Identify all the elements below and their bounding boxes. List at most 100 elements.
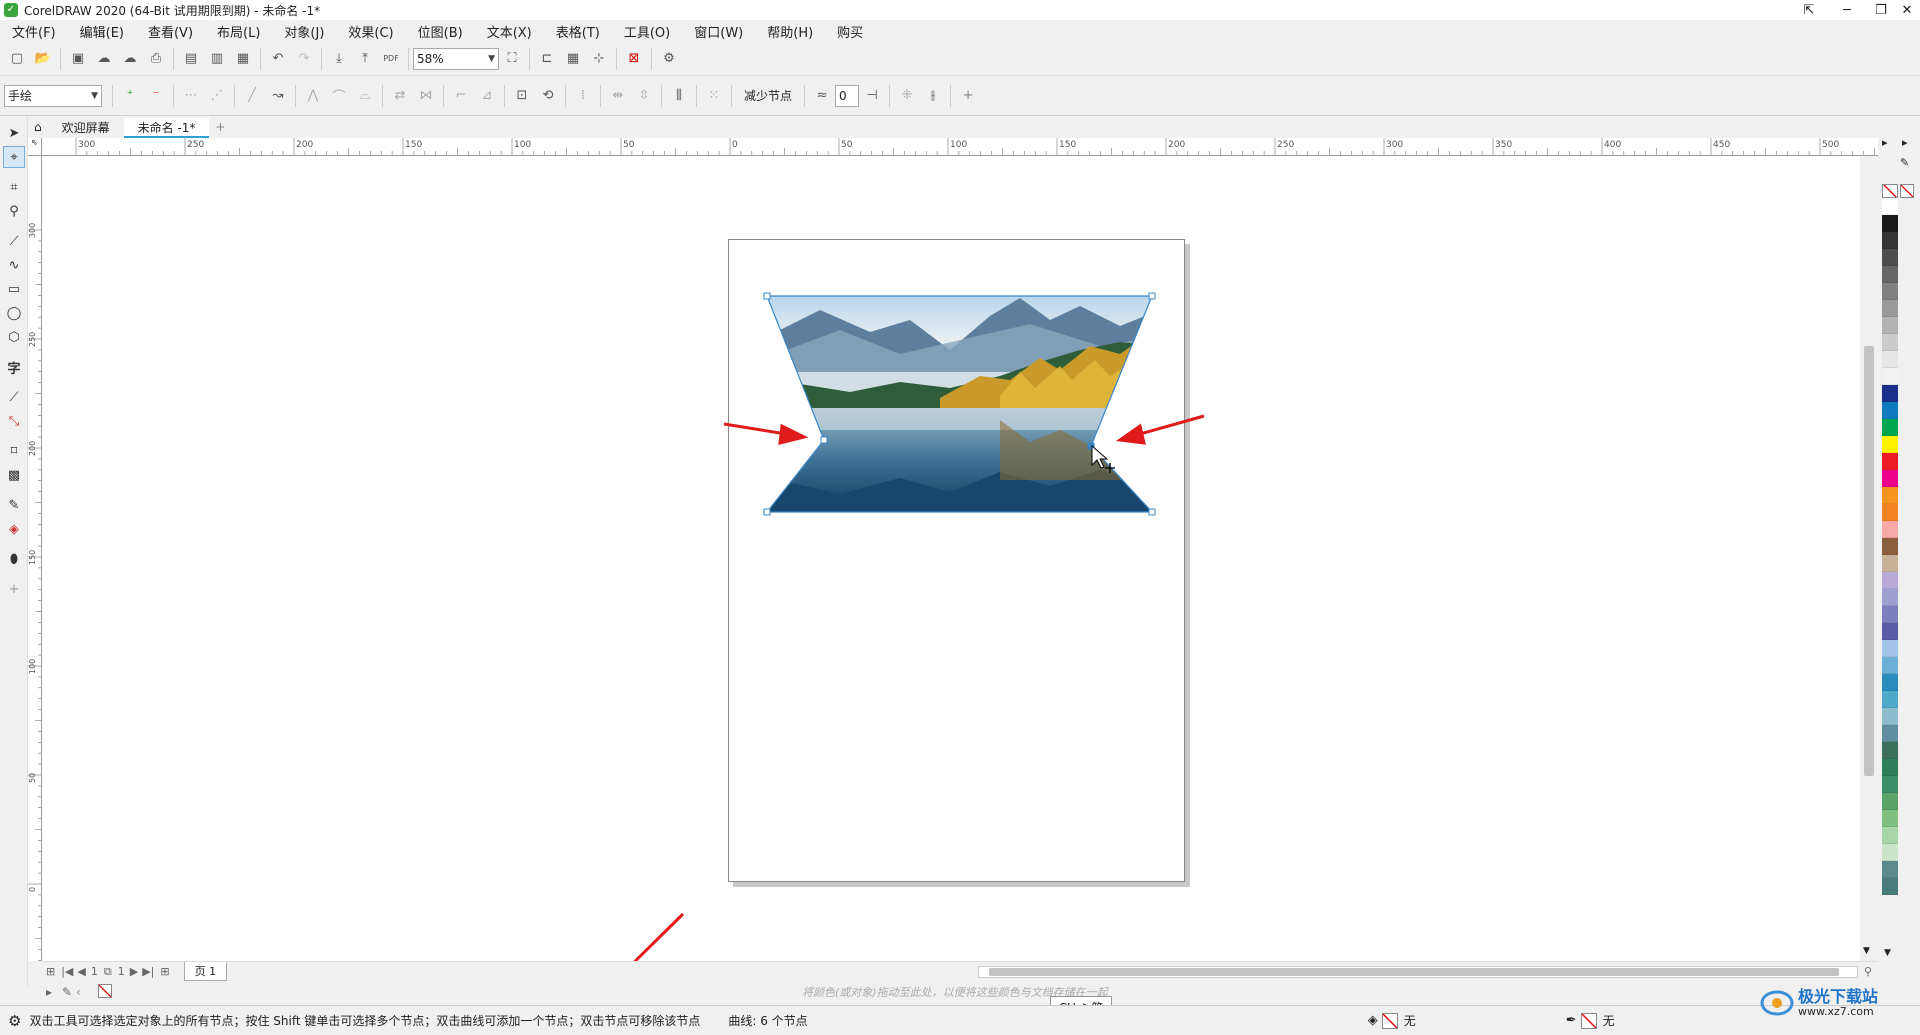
polygon-tool-icon[interactable]: ⬡ [3, 326, 25, 348]
pick-tool-icon[interactable]: ➤ [3, 122, 25, 144]
zoom-level-combo[interactable]: 58% ▼ [413, 47, 499, 70]
crop-tool-icon[interactable]: ⌗ [3, 176, 25, 198]
prev-page-icon[interactable]: ◀ [75, 965, 87, 978]
redo-icon[interactable]: ↷ [291, 46, 317, 72]
menu-edit[interactable]: 编辑(E) [68, 22, 136, 41]
new-document-icon[interactable]: ▢ [4, 46, 30, 72]
palette-swatch[interactable] [1882, 351, 1898, 368]
palette-swatch[interactable] [1882, 334, 1898, 351]
snap-to-icon[interactable]: ⊠ [621, 46, 647, 72]
palette-swatch[interactable] [1882, 249, 1898, 266]
no-color-swatch[interactable] [1900, 184, 1914, 198]
palette-swatch[interactable] [1882, 385, 1898, 402]
show-guidelines-icon[interactable]: ⊹ [586, 46, 612, 72]
to-line-icon[interactable]: ╱ [239, 83, 265, 109]
palette-swatch[interactable] [1882, 878, 1898, 895]
curve-smoothness-input[interactable]: 0 [835, 84, 860, 107]
show-rulers-icon[interactable]: ⊏ [534, 46, 560, 72]
vertical-scrollbar[interactable]: ▼ [1860, 156, 1878, 961]
palette-swatch[interactable] [1882, 368, 1898, 385]
palette-swatch[interactable] [1882, 640, 1898, 657]
palette-swatch[interactable] [1882, 555, 1898, 572]
palette-swatch[interactable] [1882, 674, 1898, 691]
zoom-navigator-icon[interactable]: ⚲ [1858, 965, 1878, 978]
menu-text[interactable]: 文本(X) [475, 22, 544, 41]
palette-swatch[interactable] [1882, 538, 1898, 555]
extend-curve-icon[interactable]: ⋈ [413, 83, 439, 109]
palette-swatch[interactable] [1882, 691, 1898, 708]
palette-swatch[interactable] [1882, 810, 1898, 827]
landscape-image-object[interactable] [700, 280, 1220, 540]
palette-swatch[interactable] [1882, 606, 1898, 623]
palette-swatch[interactable] [1882, 759, 1898, 776]
publish-pdf-icon[interactable]: PDF [378, 46, 404, 72]
menu-effects[interactable]: 效果(C) [336, 22, 405, 41]
palette-swatch[interactable] [1882, 300, 1898, 317]
help-window-icon[interactable]: ⇱ [1792, 0, 1826, 20]
node-handle[interactable] [1148, 508, 1156, 516]
menu-table[interactable]: 表格(T) [544, 22, 612, 41]
reflect-v-icon[interactable]: ⇳ [631, 83, 657, 109]
smooth-node-icon[interactable]: ⌒ [326, 83, 352, 109]
ellipse-tool-icon[interactable]: ◯ [3, 302, 25, 324]
palette-swatch[interactable] [1882, 623, 1898, 640]
menu-object[interactable]: 对象(J) [272, 22, 336, 41]
envelope-tool-icon[interactable]: ⌑ [3, 440, 25, 462]
transparency-tool-icon[interactable]: ▩ [3, 464, 25, 486]
add-plus-icon[interactable]: + [955, 83, 981, 109]
palette-swatch[interactable] [1882, 589, 1898, 606]
palette-swatch[interactable] [1882, 317, 1898, 334]
text-tool-icon[interactable]: 字 [3, 356, 25, 378]
palette-swatch[interactable] [1882, 198, 1898, 215]
close-icon[interactable]: ✕ [1890, 0, 1920, 20]
vertical-scroll-thumb[interactable] [1864, 346, 1874, 776]
menu-tools[interactable]: 工具(O) [612, 22, 682, 41]
node-handle[interactable] [763, 508, 771, 516]
save-icon[interactable]: ▣ [65, 46, 91, 72]
smoothness-slider-icon[interactable]: ⊣ [859, 83, 885, 109]
first-page-icon[interactable]: |◀ [59, 965, 75, 978]
show-grid-icon[interactable]: ▦ [560, 46, 586, 72]
interactive-fill-icon[interactable]: ◈ [3, 518, 25, 540]
rotate-skew-icon[interactable]: ⟲ [535, 83, 561, 109]
fill-swatch[interactable] [1381, 1012, 1398, 1029]
import-icon[interactable]: ⤓ [326, 46, 352, 72]
palette-swatch[interactable] [1882, 708, 1898, 725]
page-first-icon[interactable]: ⊞ [42, 965, 59, 978]
eyedropper-icon[interactable]: ✎ [1900, 156, 1909, 169]
palette-expand-icon[interactable]: ▸ [1882, 136, 1888, 149]
delete-node-icon[interactable]: ⁻ [143, 83, 169, 109]
copy-icon[interactable]: ▥ [204, 46, 230, 72]
palette-swatch[interactable] [1882, 776, 1898, 793]
menu-window[interactable]: 窗口(W) [682, 22, 755, 41]
symmetrical-node-icon[interactable]: ⌓ [352, 83, 378, 109]
doc-palette-eyedropper-icon[interactable]: ✎ [62, 985, 72, 999]
options-gear-icon[interactable]: ⚙ [656, 46, 682, 72]
cloud-download-icon[interactable]: ☁ [117, 46, 143, 72]
outline-swatch[interactable] [1580, 1012, 1597, 1029]
palette-swatch[interactable] [1882, 725, 1898, 742]
stretch-scale-icon[interactable]: ⊡ [509, 83, 535, 109]
next-page-icon[interactable]: ▶ [128, 965, 140, 978]
shape-tool-icon[interactable]: ⌖ [3, 146, 25, 168]
freehand-tool-icon[interactable]: ⟋ [3, 230, 25, 252]
add-page-icon[interactable]: ⊞ [156, 965, 173, 978]
doc-palette-scroll-icon[interactable]: ‹ [76, 985, 81, 999]
home-icon[interactable]: ⌂ [28, 118, 48, 138]
parallel-dimension-icon[interactable]: ⟋ [3, 386, 25, 408]
reverse-direction-icon[interactable]: ⇄ [387, 83, 413, 109]
palette-swatch[interactable] [1882, 215, 1898, 232]
palette-swatch[interactable] [1882, 487, 1898, 504]
paste-icon[interactable]: ▦ [230, 46, 256, 72]
node-handle[interactable] [820, 436, 828, 444]
palette-swatch[interactable] [1882, 844, 1898, 861]
palette-swatch[interactable] [1882, 436, 1898, 453]
full-screen-icon[interactable]: ⛶ [499, 46, 525, 72]
vertical-ruler[interactable]: 300 250 200 150 100 50 0 [28, 156, 42, 961]
node-selection-icon[interactable]: ⁜ [894, 83, 920, 109]
cut-icon[interactable]: ▤ [178, 46, 204, 72]
menu-buy[interactable]: 购买 [825, 22, 875, 41]
tab-welcome[interactable]: 欢迎屏幕 [48, 118, 124, 138]
palette-swatch[interactable] [1882, 861, 1898, 878]
palette-scroll-down-icon[interactable]: ▼ [1884, 948, 1891, 958]
